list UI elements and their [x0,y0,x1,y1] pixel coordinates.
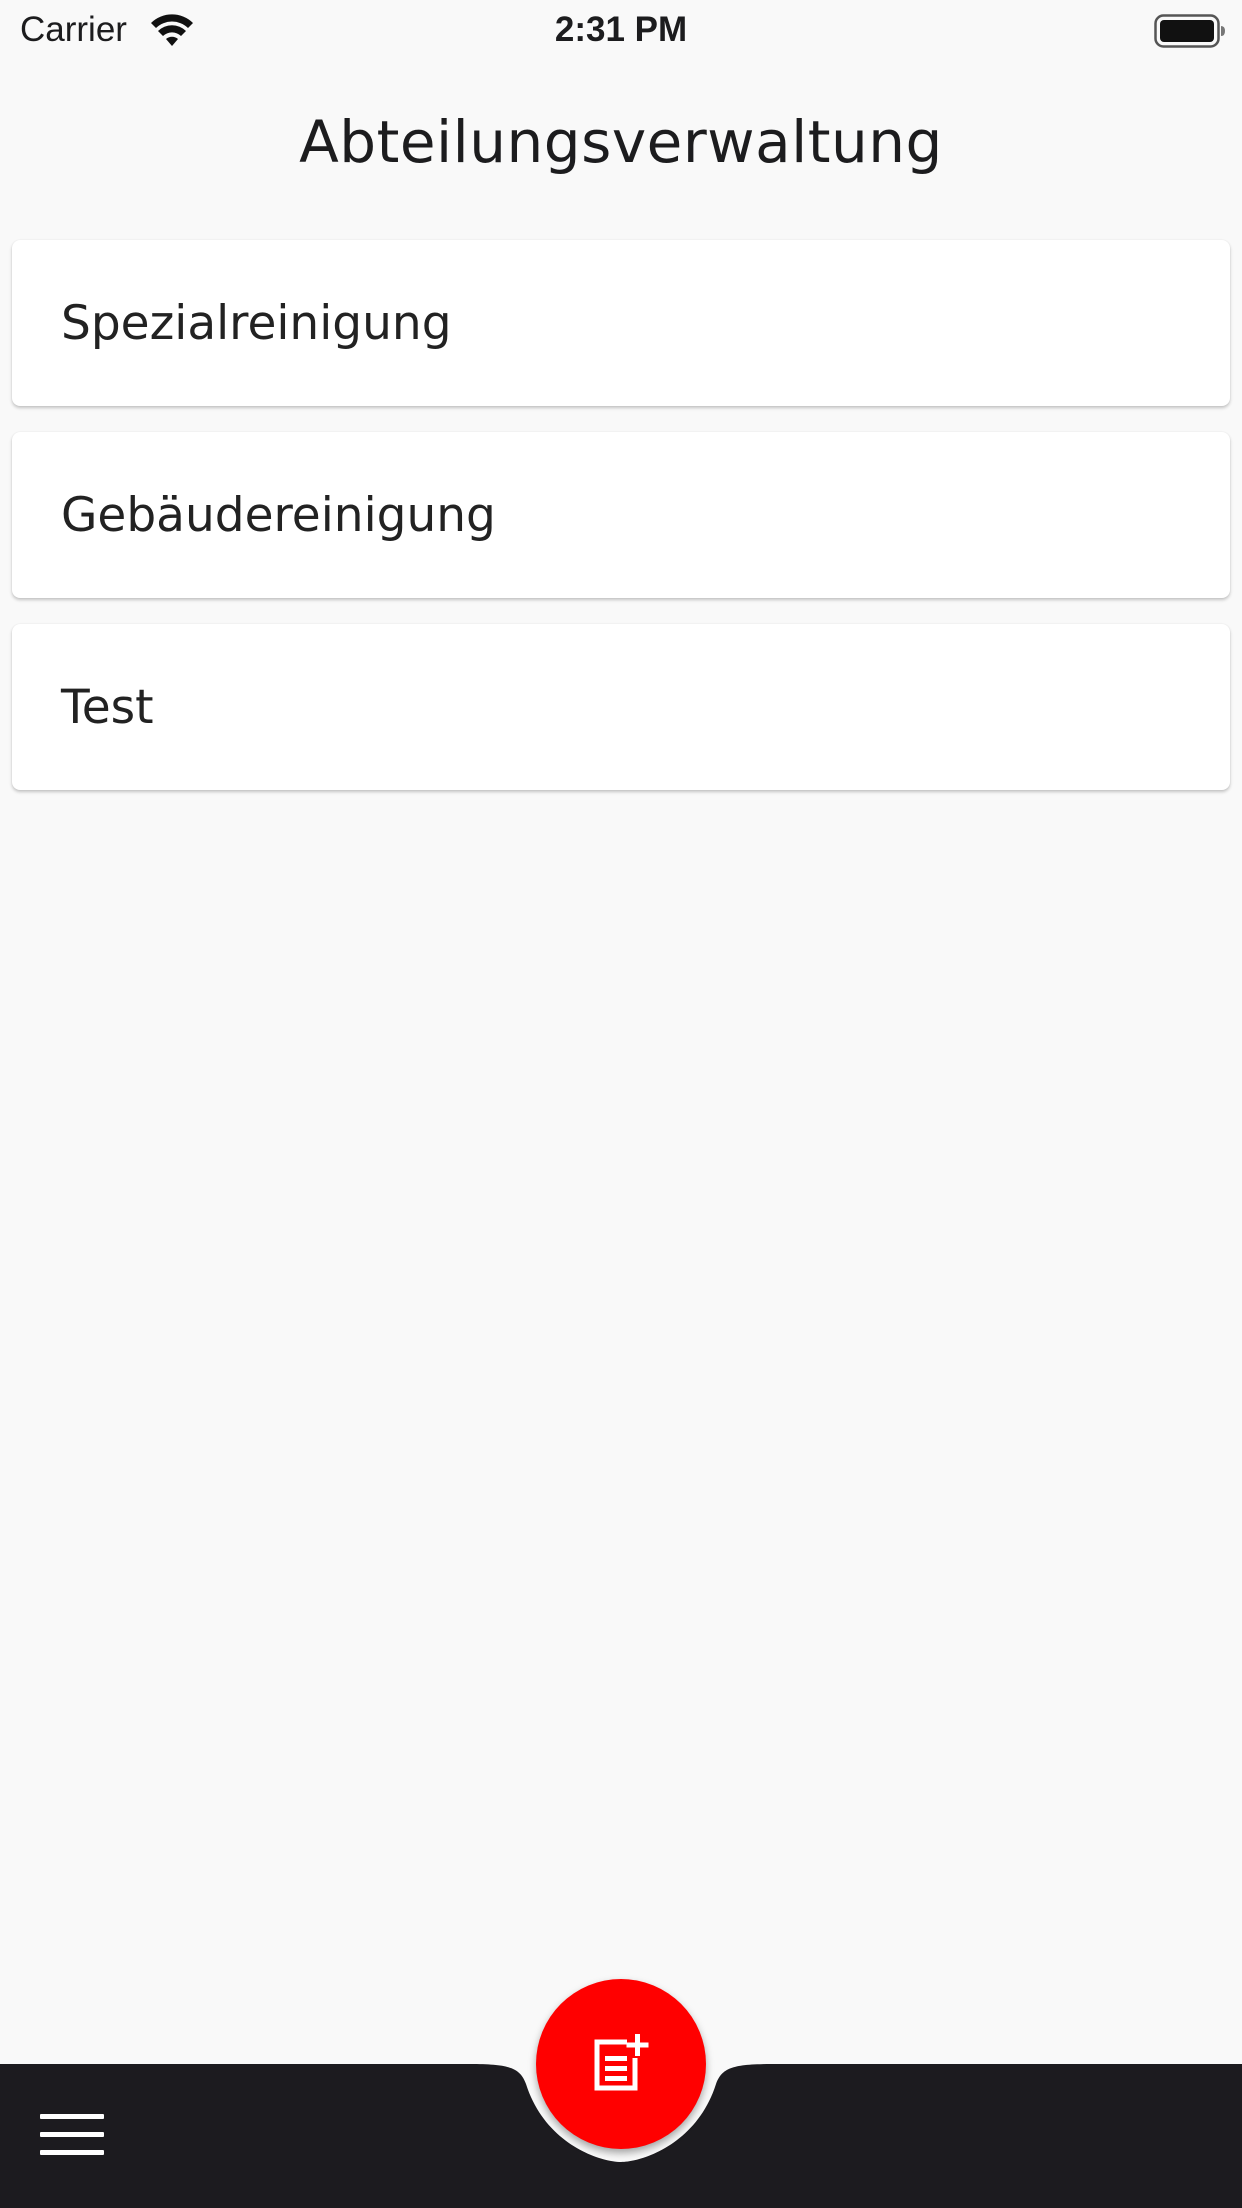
page-title: Abteilungsverwaltung [299,108,943,176]
menu-button[interactable] [40,2114,104,2160]
list-item[interactable]: Gebäudereinigung [12,432,1230,598]
list-item-label: Gebäudereinigung [61,487,496,543]
battery-full-icon [1154,14,1225,48]
menu-icon [40,2114,104,2155]
department-list: Spezialreinigung Gebäudereinigung Test [12,240,1230,816]
status-time: 2:31 PM [554,10,688,49]
add-department-button[interactable] [536,1979,706,2149]
post-add-icon [594,2034,649,2091]
list-item-label: Test [61,679,154,735]
status-bar: Carrier 2:31 PM [0,0,1242,62]
list-item[interactable]: Spezialreinigung [12,240,1230,406]
list-item-label: Spezialreinigung [61,295,452,351]
list-item[interactable]: Test [12,624,1230,790]
